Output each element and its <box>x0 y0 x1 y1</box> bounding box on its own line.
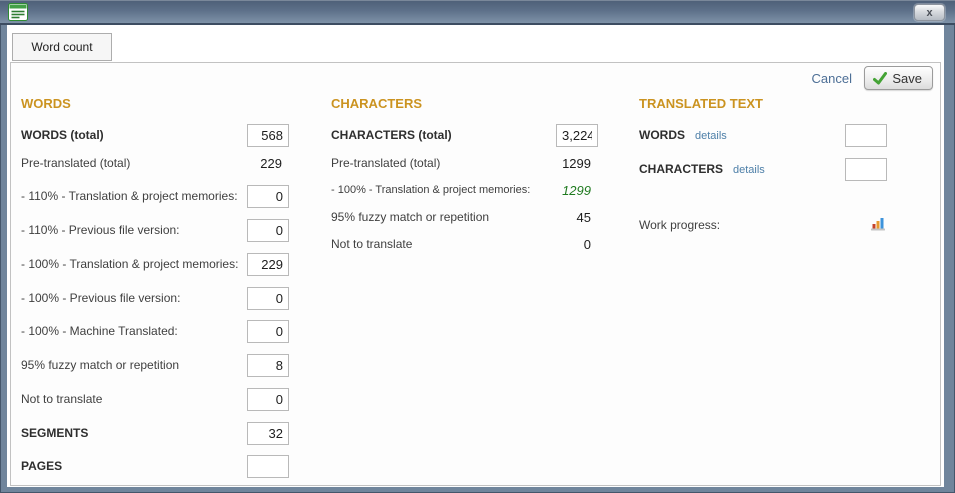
chars-not-translate-value: 0 <box>584 237 598 252</box>
words-fuzzy-input[interactable] <box>247 354 289 377</box>
titlebar: x <box>0 0 955 25</box>
row-translated-characters: CHARACTERS details <box>639 157 887 181</box>
chars-fuzzy-label: 95% fuzzy match or repetition <box>331 210 489 224</box>
translated-characters-label: CHARACTERS <box>639 162 723 176</box>
words-fuzzy-label: 95% fuzzy match or repetition <box>21 358 179 372</box>
tab-word-count[interactable]: Word count <box>12 33 112 61</box>
row-words-100-machine: - 100% - Machine Translated: <box>21 319 289 343</box>
tab-label: Word count <box>31 40 92 54</box>
words-100-machine-label: - 100% - Machine Translated: <box>21 324 178 338</box>
translated-words-input[interactable] <box>845 124 887 147</box>
chars-not-translate-label: Not to translate <box>331 237 412 251</box>
characters-column-header: CHARACTERS <box>331 96 422 111</box>
row-words-fuzzy: 95% fuzzy match or repetition <box>21 353 289 377</box>
content-panel: Cancel Save WORDS WORDS (total) Pre-tran… <box>10 62 941 486</box>
chars-fuzzy-value: 45 <box>577 210 598 225</box>
row-work-progress: Work progress: <box>639 213 887 237</box>
row-chars-total: CHARACTERS (total) <box>331 123 598 147</box>
row-words-110-memories: - 110% - Translation & project memories: <box>21 184 289 208</box>
row-words-not-translate: Not to translate <box>21 387 289 411</box>
characters-column: CHARACTERS CHARACTERS (total) Pre-transl… <box>331 63 598 485</box>
row-chars-fuzzy: 95% fuzzy match or repetition 45 <box>331 205 598 229</box>
words-100-machine-input[interactable] <box>247 320 289 343</box>
chars-pretranslated-label: Pre-translated (total) <box>331 156 440 170</box>
words-110-memories-input[interactable] <box>247 185 289 208</box>
row-words-100-previous: - 100% - Previous file version: <box>21 286 289 310</box>
words-total-label: WORDS (total) <box>21 128 104 142</box>
form-window-icon <box>8 3 28 21</box>
close-button[interactable]: x <box>914 4 945 21</box>
words-pretranslated-value: 229 <box>260 156 289 171</box>
translated-words-details-link[interactable]: details <box>695 130 727 142</box>
words-total-input[interactable] <box>247 124 289 147</box>
row-words-pretranslated: Pre-translated (total) 229 <box>21 151 289 175</box>
word-count-dialog: x Word count Cancel Save WORDS WORDS (to… <box>0 0 955 493</box>
translated-characters-input[interactable] <box>845 158 887 181</box>
row-segments: SEGMENTS <box>21 421 289 445</box>
pages-input[interactable] <box>247 455 289 478</box>
words-not-translate-label: Not to translate <box>21 392 102 406</box>
row-words-100-memories: - 100% - Translation & project memories: <box>21 252 289 276</box>
translated-text-header: TRANSLATED TEXT <box>639 96 763 111</box>
words-column-header: WORDS <box>21 96 71 111</box>
segments-input[interactable] <box>247 422 289 445</box>
chars-pretranslated-value: 1299 <box>562 156 598 171</box>
row-chars-pretranslated: Pre-translated (total) 1299 <box>331 151 598 175</box>
words-100-previous-input[interactable] <box>247 287 289 310</box>
work-progress-label: Work progress: <box>639 218 720 232</box>
words-not-translate-input[interactable] <box>247 388 289 411</box>
words-100-memories-label: - 100% - Translation & project memories: <box>21 257 238 271</box>
row-translated-words: WORDS details <box>639 123 887 147</box>
pages-label: PAGES <box>21 459 62 473</box>
translated-text-column: TRANSLATED TEXT WORDS details CHARACTERS… <box>639 63 887 485</box>
chars-total-label: CHARACTERS (total) <box>331 128 452 142</box>
words-110-previous-label: - 110% - Previous file version: <box>21 223 180 237</box>
words-110-memories-label: - 110% - Translation & project memories: <box>21 189 238 203</box>
words-100-memories-input[interactable] <box>247 253 289 276</box>
words-column: WORDS WORDS (total) Pre-translated (tota… <box>21 63 289 485</box>
row-words-110-previous: - 110% - Previous file version: <box>21 218 289 242</box>
words-pretranslated-label: Pre-translated (total) <box>21 156 130 170</box>
row-chars-100-memories: - 100% - Translation & project memories:… <box>331 178 598 202</box>
translated-words-label: WORDS <box>639 128 685 142</box>
words-100-previous-label: - 100% - Previous file version: <box>21 291 180 305</box>
save-button-label: Save <box>892 71 922 86</box>
segments-label: SEGMENTS <box>21 426 88 440</box>
bar-chart-icon[interactable] <box>869 216 887 234</box>
chars-total-input[interactable] <box>556 124 598 147</box>
dialog-surface: Word count Cancel Save WORDS WORDS (tota… <box>7 25 944 487</box>
words-110-previous-input[interactable] <box>247 219 289 242</box>
chars-100-memories-value: 1299 <box>562 183 598 198</box>
row-words-total: WORDS (total) <box>21 123 289 147</box>
translated-characters-details-link[interactable]: details <box>733 164 765 176</box>
row-chars-not-translate: Not to translate 0 <box>331 232 598 256</box>
chars-100-memories-label: - 100% - Translation & project memories: <box>331 184 530 196</box>
row-pages: PAGES <box>21 454 289 478</box>
